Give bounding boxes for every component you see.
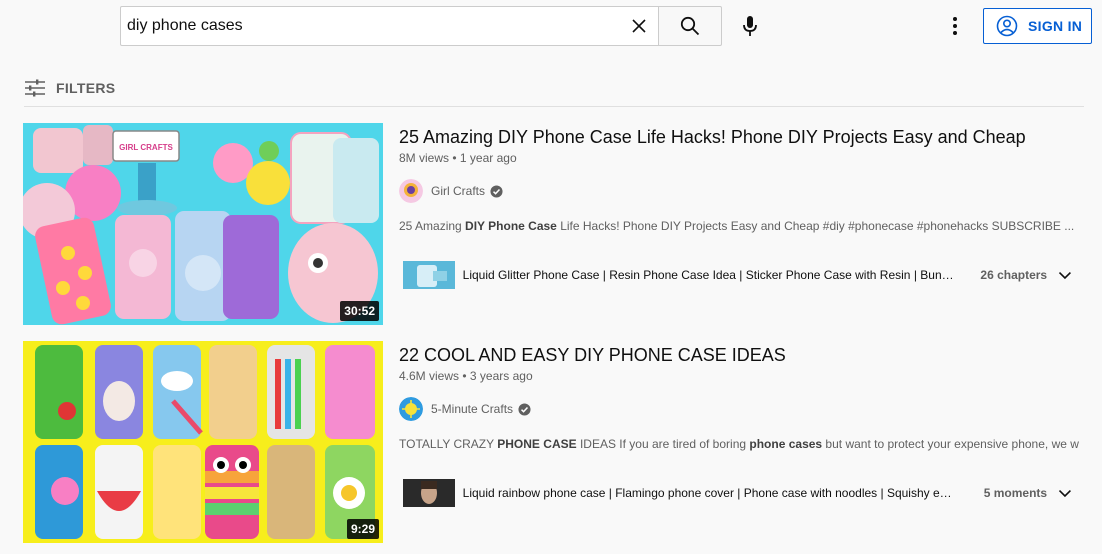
chapter-count: 26 chapters bbox=[980, 268, 1048, 282]
voice-search-button[interactable] bbox=[736, 10, 764, 42]
clear-search-button[interactable] bbox=[628, 15, 650, 37]
channel-avatar bbox=[399, 179, 423, 203]
search-box[interactable] bbox=[120, 6, 659, 46]
channel-name: 5-Minute Crafts bbox=[431, 402, 514, 416]
video-metadata: 8M views • 1 year ago bbox=[399, 151, 517, 165]
thumbnail-logo-text: GIRL CRAFTS bbox=[119, 143, 173, 152]
video-result: GIRL CRAFTS 30:52 25 Amazing DIY Phone C… bbox=[23, 123, 1085, 325]
divider bbox=[24, 106, 1084, 107]
account-icon bbox=[996, 15, 1018, 37]
chapter-thumbnail bbox=[403, 479, 455, 507]
channel-link[interactable]: 5-Minute Crafts bbox=[399, 397, 531, 421]
settings-menu-button[interactable] bbox=[943, 12, 967, 40]
video-thumbnail[interactable]: GIRL CRAFTS 30:52 bbox=[23, 123, 383, 325]
search-input[interactable] bbox=[127, 7, 617, 45]
channel-link[interactable]: Girl Crafts bbox=[399, 179, 503, 203]
view-count: 4.6M views bbox=[399, 369, 460, 383]
video-title[interactable]: 25 Amazing DIY Phone Case Life Hacks! Ph… bbox=[399, 125, 1026, 149]
chevron-down-icon bbox=[1059, 489, 1072, 498]
search-icon bbox=[680, 16, 700, 36]
thumbnail-image bbox=[23, 341, 383, 543]
filters-label: FILTERS bbox=[56, 80, 116, 96]
video-description-snippet: TOTALLY CRAZY PHONE CASE IDEAS If you ar… bbox=[399, 437, 1079, 451]
sign-in-button[interactable]: SIGN IN bbox=[983, 8, 1092, 44]
chevron-down-icon bbox=[1059, 271, 1072, 280]
chapter-titles: Liquid Glitter Phone Case | Resin Phone … bbox=[462, 268, 956, 282]
close-icon bbox=[632, 19, 646, 33]
more-vertical-icon bbox=[953, 17, 957, 35]
upload-age: 3 years ago bbox=[469, 369, 533, 383]
channel-name: Girl Crafts bbox=[431, 184, 485, 198]
moment-count: 5 moments bbox=[983, 486, 1048, 500]
verified-badge-icon bbox=[518, 402, 531, 416]
upload-age: 1 year ago bbox=[459, 151, 517, 165]
video-metadata: 4.6M views • 3 years ago bbox=[399, 369, 533, 383]
thumbnail-image: GIRL CRAFTS bbox=[23, 123, 383, 325]
video-thumbnail[interactable]: 9:29 bbox=[23, 341, 383, 543]
video-duration: 30:52 bbox=[340, 301, 379, 321]
filters-button[interactable]: FILTERS bbox=[24, 76, 115, 100]
masthead: SIGN IN bbox=[0, 0, 1102, 54]
video-result: 9:29 22 COOL AND EASY DIY PHONE CASE IDE… bbox=[23, 341, 1085, 543]
verified-badge-icon bbox=[490, 184, 503, 198]
search-button[interactable] bbox=[658, 6, 722, 46]
chapters-preview[interactable]: Liquid Glitter Phone Case | Resin Phone … bbox=[403, 261, 1073, 289]
filter-sliders-icon bbox=[25, 79, 45, 97]
view-count: 8M views bbox=[399, 151, 450, 165]
chapter-titles: Liquid rainbow phone case | Flamingo pho… bbox=[462, 486, 956, 500]
chapter-thumbnail bbox=[403, 261, 455, 289]
video-title[interactable]: 22 COOL AND EASY DIY PHONE CASE IDEAS bbox=[399, 343, 786, 367]
meta-separator: • bbox=[462, 369, 470, 383]
meta-separator: • bbox=[452, 151, 460, 165]
sign-in-label: SIGN IN bbox=[1028, 18, 1083, 34]
channel-avatar bbox=[399, 397, 423, 421]
video-duration: 9:29 bbox=[346, 519, 379, 539]
key-moments-preview[interactable]: Liquid rainbow phone case | Flamingo pho… bbox=[403, 479, 1073, 507]
video-description-snippet: 25 Amazing DIY Phone Case Life Hacks! Ph… bbox=[399, 219, 1075, 233]
microphone-icon bbox=[743, 16, 757, 36]
